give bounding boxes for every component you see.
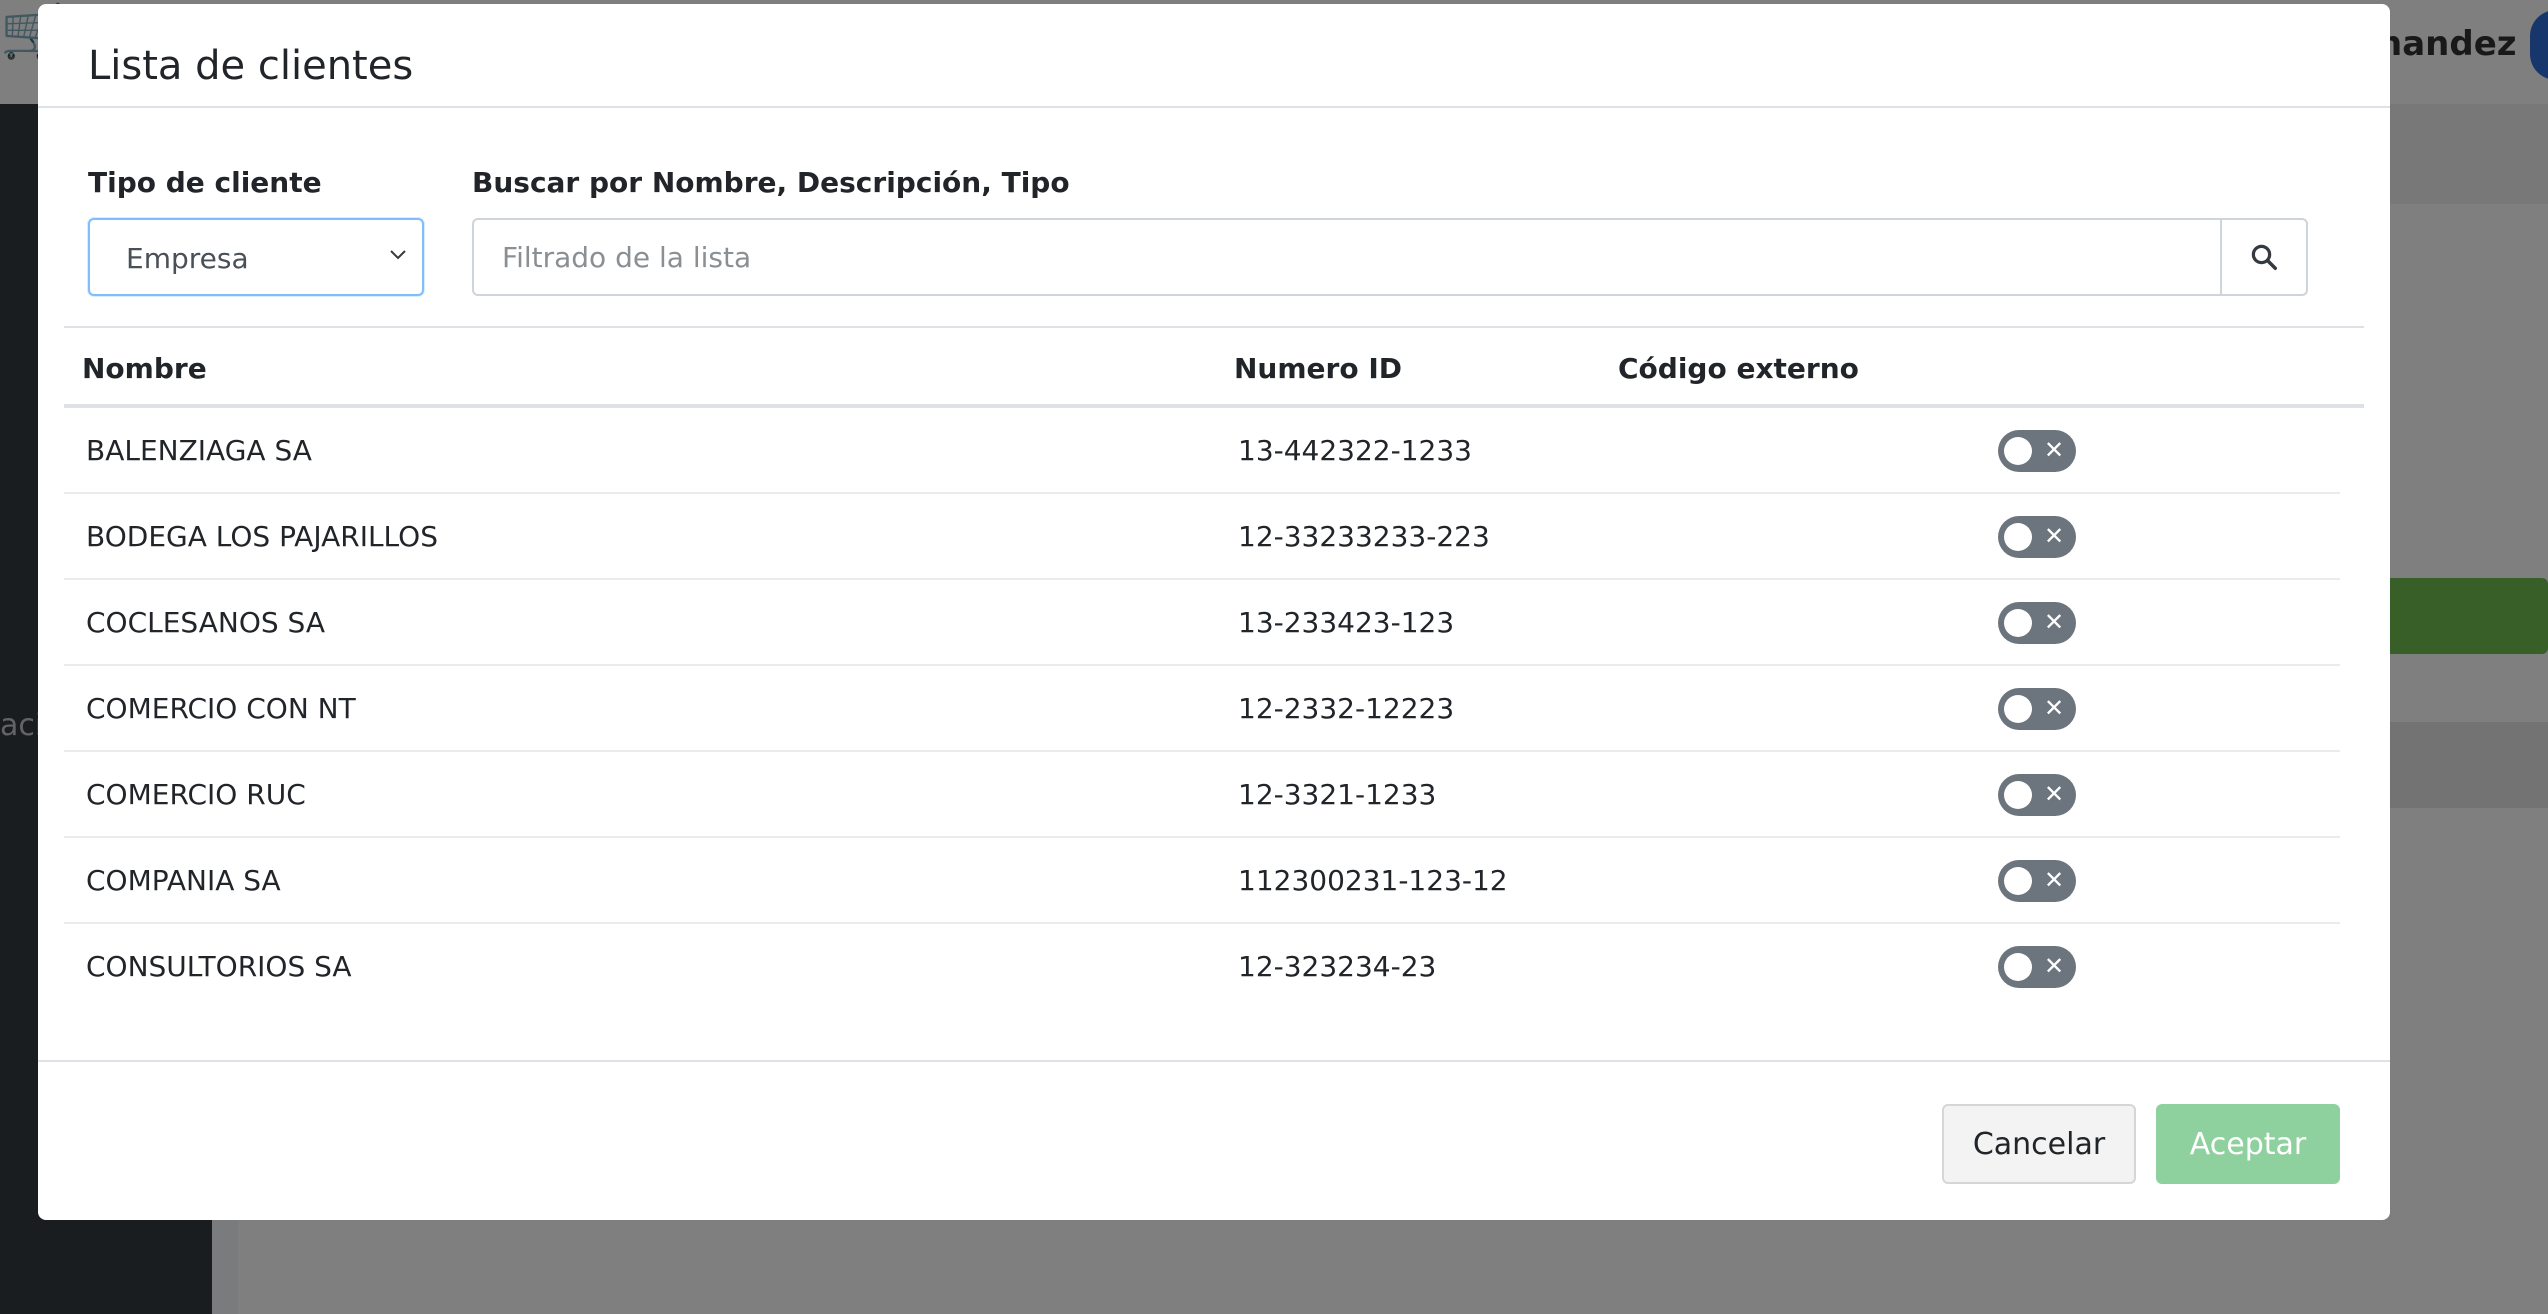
column-header-external-code: Código externo — [1618, 352, 1859, 385]
table-row[interactable]: COMPANIA SA 112300231-123-12 ✕ — [64, 838, 2340, 924]
modal-title: Lista de clientes — [88, 43, 414, 89]
toggle-knob — [2004, 953, 2032, 981]
client-id: 13-233423-123 — [1238, 606, 1455, 639]
toggle-knob — [2004, 781, 2032, 809]
client-name: COMPANIA SA — [86, 864, 281, 897]
client-id: 13-442322-1233 — [1238, 434, 1472, 467]
client-name: CONSULTORIOS SA — [86, 950, 352, 983]
close-icon: ✕ — [2044, 866, 2065, 894]
chevron-down-icon — [390, 250, 406, 260]
client-list-modal: Lista de clientes Tipo de cliente Empres… — [38, 4, 2390, 1220]
table-row[interactable]: BODEGA LOS PAJARILLOS 12-33233233-223 ✕ — [64, 494, 2340, 580]
modal-footer: Cancelar Aceptar — [38, 1060, 2390, 1220]
select-toggle[interactable]: ✕ — [1998, 688, 2076, 730]
search-label: Buscar por Nombre, Descripción, Tipo — [472, 166, 1070, 199]
toggle-knob — [2004, 437, 2032, 465]
client-id: 112300231-123-12 — [1238, 864, 1508, 897]
filters-section: Tipo de cliente Empresa Buscar por Nombr… — [38, 108, 2390, 326]
client-name: COCLESANOS SA — [86, 606, 325, 639]
close-icon: ✕ — [2044, 694, 2065, 722]
select-toggle[interactable]: ✕ — [1998, 860, 2076, 902]
select-toggle[interactable]: ✕ — [1998, 946, 2076, 988]
table-row[interactable]: CONSULTORIOS SA 12-323234-23 ✕ — [64, 924, 2340, 1010]
close-icon: ✕ — [2044, 522, 2065, 550]
toggle-knob — [2004, 609, 2032, 637]
select-toggle[interactable]: ✕ — [1998, 774, 2076, 816]
client-type-select[interactable]: Empresa — [88, 218, 424, 296]
table-row[interactable]: COCLESANOS SA 13-233423-123 ✕ — [64, 580, 2340, 666]
close-icon: ✕ — [2044, 952, 2065, 980]
toggle-knob — [2004, 867, 2032, 895]
client-id: 12-323234-23 — [1238, 950, 1437, 983]
client-name: COMERCIO CON NT — [86, 692, 356, 725]
cancel-button[interactable]: Cancelar — [1942, 1104, 2136, 1184]
table-row[interactable]: COMERCIO RUC 12-3321-1233 ✕ — [64, 752, 2340, 838]
close-icon: ✕ — [2044, 608, 2065, 636]
client-name: BALENZIAGA SA — [86, 434, 312, 467]
select-toggle[interactable]: ✕ — [1998, 602, 2076, 644]
search-input[interactable] — [472, 218, 2222, 296]
client-id: 12-2332-12223 — [1238, 692, 1455, 725]
search-button[interactable] — [2220, 218, 2308, 296]
client-type-value: Empresa — [126, 242, 249, 275]
accept-button[interactable]: Aceptar — [2156, 1104, 2340, 1184]
client-id: 12-3321-1233 — [1238, 778, 1437, 811]
clients-table: Nombre Numero ID Código externo BALENZIA… — [64, 326, 2364, 1010]
column-header-id: Numero ID — [1234, 352, 1402, 385]
modal-header: Lista de clientes — [38, 4, 2390, 108]
client-name: COMERCIO RUC — [86, 778, 306, 811]
table-row[interactable]: COMERCIO CON NT 12-2332-12223 ✕ — [64, 666, 2340, 752]
table-header: Nombre Numero ID Código externo — [64, 326, 2364, 408]
client-name: BODEGA LOS PAJARILLOS — [86, 520, 438, 553]
close-icon: ✕ — [2044, 436, 2065, 464]
toggle-knob — [2004, 523, 2032, 551]
toggle-knob — [2004, 695, 2032, 723]
client-type-label: Tipo de cliente — [88, 166, 322, 199]
select-toggle[interactable]: ✕ — [1998, 430, 2076, 472]
column-header-name: Nombre — [82, 352, 207, 385]
table-body: BALENZIAGA SA 13-442322-1233 ✕ BODEGA LO… — [64, 408, 2340, 1010]
select-toggle[interactable]: ✕ — [1998, 516, 2076, 558]
close-icon: ✕ — [2044, 780, 2065, 808]
table-row[interactable]: BALENZIAGA SA 13-442322-1233 ✕ — [64, 408, 2340, 494]
search-icon — [2251, 244, 2277, 270]
client-id: 12-33233233-223 — [1238, 520, 1490, 553]
